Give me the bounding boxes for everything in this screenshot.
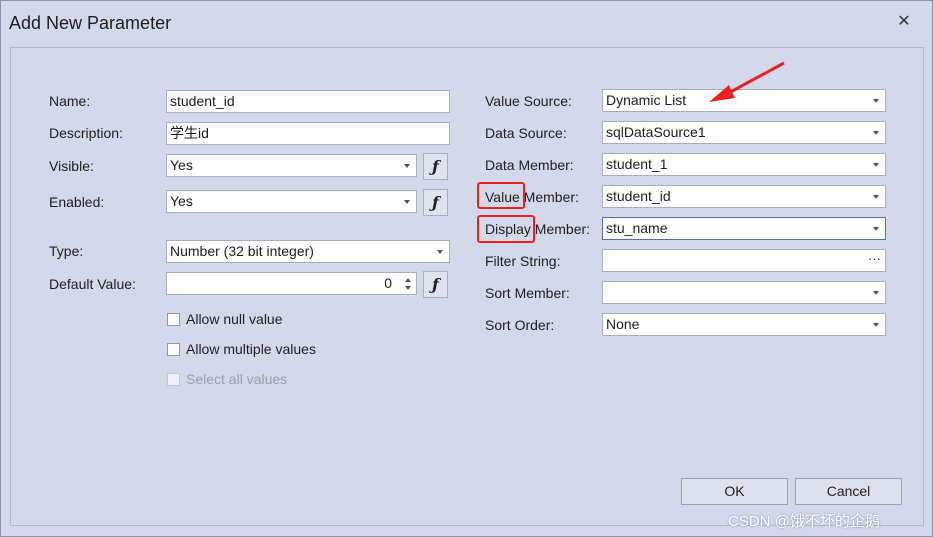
ok-button[interactable]: OK [681,478,788,505]
watermark: CSDN @饿不坏的企鹅 [728,513,880,530]
add-parameter-dialog: Add New Parameter ✕ Name: student_id Des… [0,0,933,537]
annotation-arrow [709,61,785,102]
cancel-button[interactable]: Cancel [795,478,902,505]
